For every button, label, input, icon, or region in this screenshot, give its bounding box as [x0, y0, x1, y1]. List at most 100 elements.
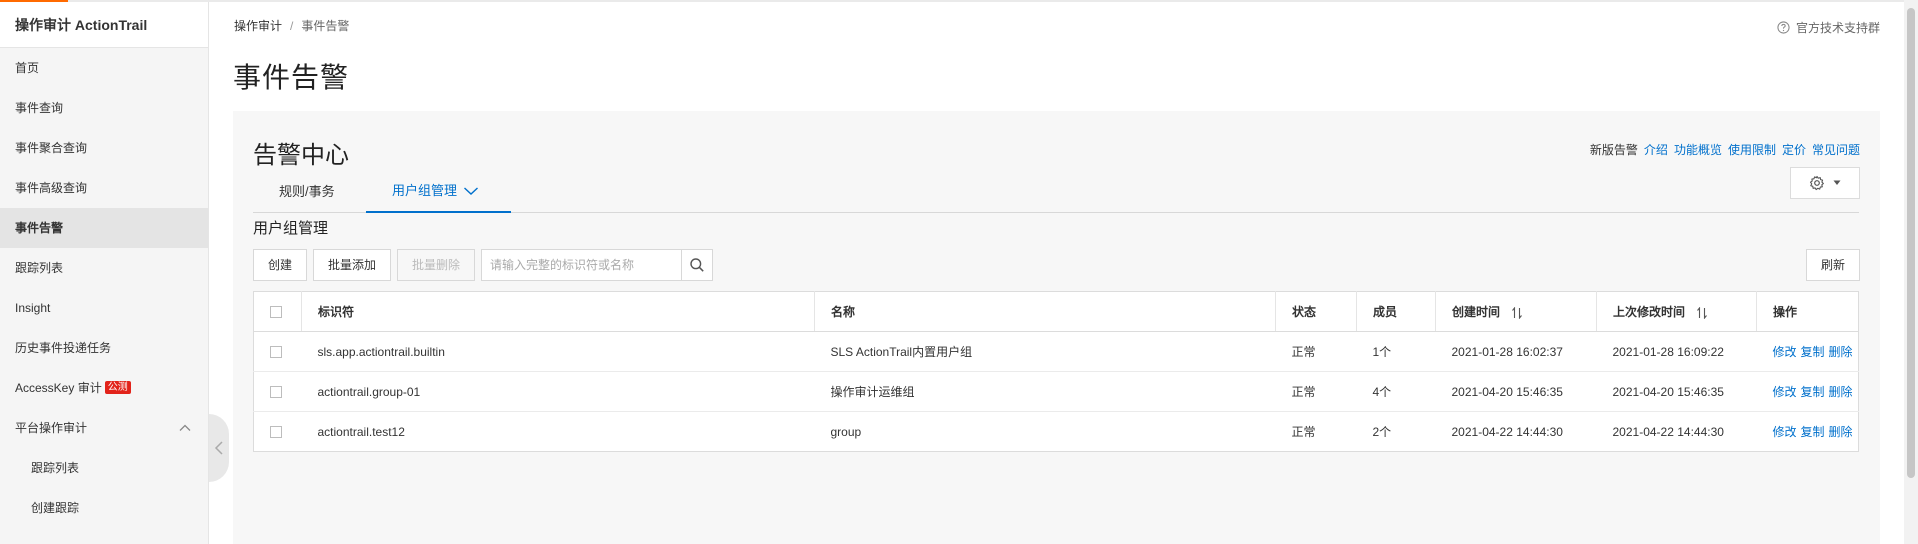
cell-members: 2个 — [1372, 425, 1392, 439]
row-checkbox-cell — [253, 371, 302, 412]
sidebar-item-label: 平台操作审计 — [15, 421, 88, 435]
table-header-row: 标识符 名称 状态 成员 创建时间 上次修改时间 操作 — [253, 291, 1859, 332]
edit-link[interactable]: 修改 — [1773, 385, 1797, 399]
sort-icon[interactable] — [1511, 306, 1523, 319]
sidebar-group-platform-audit[interactable]: 平台操作审计 — [0, 408, 208, 448]
sidebar-item-home[interactable]: 首页 — [0, 48, 208, 88]
cell-modified-time: 2021-04-20 15:46:35 — [1596, 371, 1757, 412]
delete-link[interactable]: 删除 — [1829, 345, 1853, 359]
beta-badge: 公测 — [104, 381, 131, 395]
cell-actions: 修改 复制 删除 — [1756, 371, 1859, 412]
header-label: 创建时间 — [1452, 305, 1501, 319]
edit-link[interactable]: 修改 — [1773, 425, 1797, 439]
batch-add-button[interactable]: 批量添加 — [313, 249, 392, 281]
sidebar-collapse-handle[interactable] — [209, 414, 229, 482]
sidebar-item-event-alert[interactable]: 事件告警 — [0, 208, 208, 248]
header-name: 名称 — [814, 291, 1276, 332]
cell-identifier: sls.app.actiontrail.builtin — [301, 331, 815, 372]
delete-link[interactable]: 删除 — [1829, 385, 1853, 399]
chevron-up-icon[interactable] — [178, 421, 192, 435]
tab-user-groups[interactable]: 用户组管理 — [366, 171, 511, 213]
sidebar-item-label: AccessKey 审计 — [15, 381, 102, 395]
scrollbar-thumb[interactable] — [1907, 8, 1915, 478]
intro-link[interactable]: 介绍 — [1644, 141, 1668, 158]
section-title: 用户组管理 — [253, 220, 329, 237]
header-identifier: 标识符 — [301, 291, 815, 332]
sidebar-item-trail-list[interactable]: 跟踪列表 — [0, 248, 208, 288]
create-button[interactable]: 创建 — [253, 249, 308, 281]
row-checkbox[interactable] — [270, 386, 282, 399]
copy-link[interactable]: 复制 — [1801, 345, 1825, 359]
user-group-table: 标识符 名称 状态 成员 创建时间 上次修改时间 操作 sls.app.acti… — [253, 291, 1859, 452]
faq-link[interactable]: 常见问题 — [1812, 141, 1860, 158]
tab-label: 用户组管理 — [392, 183, 458, 198]
cell-created-time: 2021-01-28 16:02:37 — [1435, 331, 1597, 372]
search-button[interactable] — [681, 249, 714, 281]
question-circle-icon — [1777, 21, 1790, 34]
tab-rules[interactable]: 规则/事务 — [279, 171, 335, 213]
sidebar: 操作审计 ActionTrail 首页 事件查询 事件聚合查询 事件高级查询 事… — [0, 2, 209, 544]
cell-actions: 修改 复制 删除 — [1757, 412, 1859, 452]
table-row: actiontrail.group-01 操作审计运维组 正常 4个 2021-… — [253, 371, 1859, 412]
breadcrumb-separator: / — [290, 19, 294, 33]
pricing-link[interactable]: 定价 — [1782, 141, 1806, 158]
sidebar-item-insight[interactable]: Insight — [0, 288, 208, 328]
batch-delete-button[interactable]: 批量删除 — [397, 249, 476, 281]
table-row: actiontrail.test12 group 正常 2个 2021-04-2… — [254, 412, 1859, 452]
page-title: 事件告警 — [233, 62, 350, 93]
cell-status: 正常 — [1275, 331, 1357, 372]
chevron-down-icon — [464, 187, 478, 195]
support-group-link[interactable]: 官方技术支持群 — [1777, 19, 1880, 36]
cell-created-time: 2021-04-20 15:46:35 — [1435, 371, 1597, 412]
support-group-label: 官方技术支持群 — [1795, 21, 1880, 35]
header-members: 成员 — [1356, 291, 1436, 332]
refresh-button[interactable]: 刷新 — [1805, 249, 1860, 281]
sort-icon[interactable] — [1696, 306, 1708, 319]
cell-identifier: actiontrail.group-01 — [301, 371, 815, 412]
gear-icon — [1809, 175, 1824, 191]
header-checkbox-cell — [253, 291, 302, 332]
tab-bar: 规则/事务 用户组管理 — [253, 171, 1859, 213]
sidebar-item-accesskey-audit[interactable]: AccessKey 审计 公测 — [0, 368, 208, 408]
cell-name: group — [830, 424, 862, 439]
sidebar-item-event-aggregation[interactable]: 事件聚合查询 — [0, 128, 208, 168]
header-actions: 操作 — [1756, 291, 1859, 332]
sidebar-item-history-delivery[interactable]: 历史事件投递任务 — [0, 328, 208, 368]
row-checkbox-cell — [254, 412, 302, 452]
cell-actions: 修改 复制 删除 — [1756, 331, 1859, 372]
row-checkbox[interactable] — [270, 426, 282, 439]
sidebar-item-event-advanced-query[interactable]: 事件高级查询 — [0, 168, 208, 208]
search-input[interactable] — [481, 249, 682, 281]
copy-link[interactable]: 复制 — [1801, 425, 1825, 439]
header-modified-time[interactable]: 上次修改时间 — [1596, 291, 1757, 332]
sidebar-subitem-trail-list[interactable]: 跟踪列表 — [0, 448, 208, 488]
header-created-time[interactable]: 创建时间 — [1435, 291, 1597, 332]
sidebar-item-event-query[interactable]: 事件查询 — [0, 88, 208, 128]
edit-link[interactable]: 修改 — [1773, 345, 1797, 359]
cell-status: 正常 — [1291, 425, 1316, 439]
toolbar: 创建 批量添加 批量删除 — [253, 249, 714, 281]
page-scrollbar[interactable] — [1904, 0, 1918, 544]
sidebar-title: 操作审计 ActionTrail — [0, 2, 208, 48]
select-all-checkbox[interactable] — [270, 306, 282, 319]
search-box — [481, 249, 714, 281]
row-checkbox-cell — [253, 331, 302, 372]
breadcrumb-parent[interactable]: 操作审计 — [234, 19, 282, 33]
copy-link[interactable]: 复制 — [1801, 385, 1825, 399]
settings-dropdown-button[interactable] — [1790, 167, 1860, 199]
table-row: sls.app.actiontrail.builtin SLS ActionTr… — [253, 331, 1859, 372]
alert-center-card: 告警中心 新版告警 介绍 功能概览 使用限制 定价 常见问题 规则/事务 用户组… — [233, 111, 1880, 544]
limits-link[interactable]: 使用限制 — [1728, 141, 1776, 158]
row-checkbox[interactable] — [270, 346, 282, 359]
card-links: 新版告警 介绍 功能概览 使用限制 定价 常见问题 — [1590, 141, 1860, 158]
overview-link[interactable]: 功能概览 — [1674, 141, 1722, 158]
search-icon — [690, 258, 704, 272]
breadcrumb-current: 事件告警 — [301, 19, 350, 33]
sidebar-subitem-create-trail[interactable]: 创建跟踪 — [0, 488, 208, 528]
top-border — [0, 0, 1918, 2]
cell-name: 操作审计运维组 — [814, 371, 1276, 412]
cell-name: SLS ActionTrail内置用户组 — [814, 331, 1276, 372]
delete-link[interactable]: 删除 — [1829, 425, 1853, 439]
cell-members: 4个 — [1356, 371, 1436, 412]
header-status: 状态 — [1275, 291, 1357, 332]
